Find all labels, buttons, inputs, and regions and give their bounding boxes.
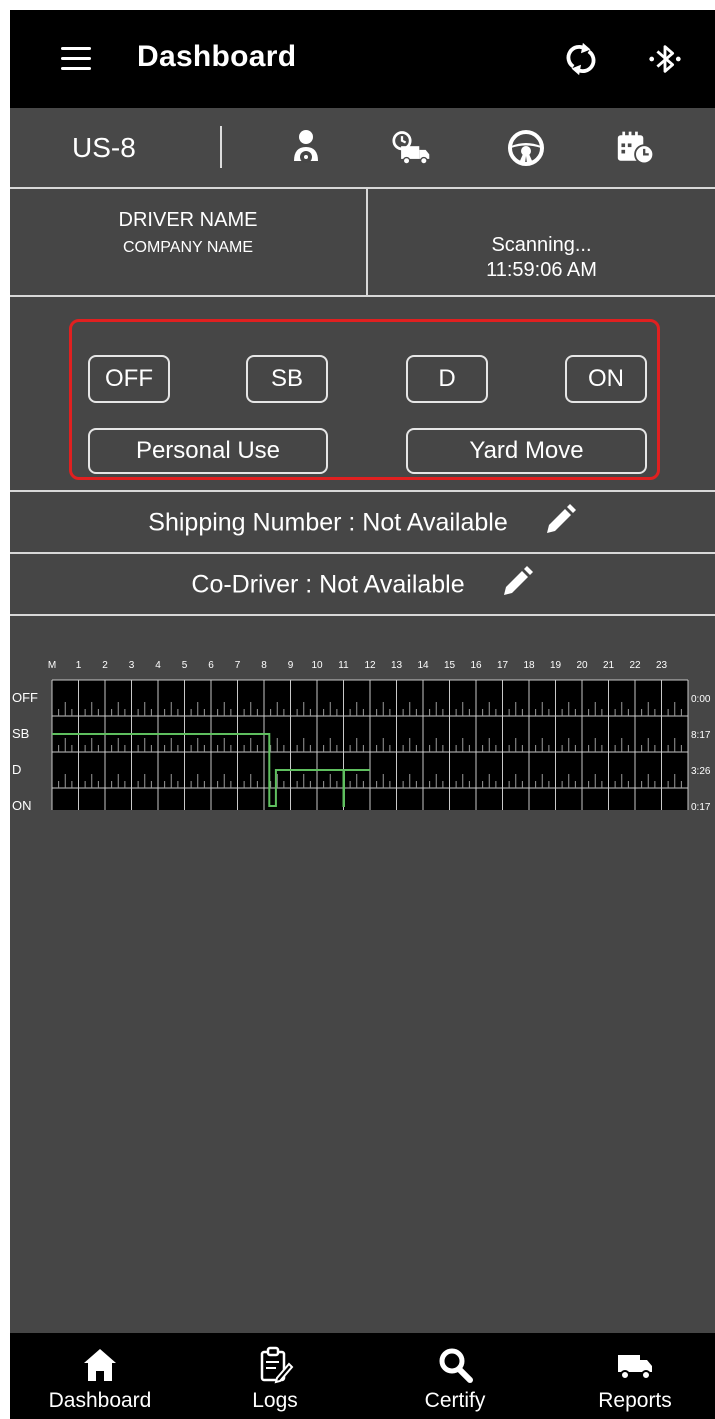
row-label: OFF [12,690,38,705]
current-time: 11:59:06 AM [486,259,597,281]
row-label: D [12,762,21,777]
page-title: Dashboard [137,40,297,73]
hour-label: 17 [497,660,509,671]
search-icon [439,1348,473,1383]
nav-dashboard[interactable]: Dashboard [30,1333,170,1419]
hour-label: 5 [182,660,188,671]
driver-icon[interactable] [286,128,326,168]
row-total: 3:26 [691,766,711,777]
hour-label: 14 [417,660,429,671]
row-label: SB [12,726,29,741]
hour-label: 21 [603,660,615,671]
logs-clipboard-icon [260,1346,294,1384]
hour-label: 3 [129,660,135,671]
divider [10,614,715,616]
driver-name: DRIVER NAME [118,209,258,231]
hour-label: 18 [523,660,535,671]
nav-label: Certify [424,1389,486,1412]
hour-label: 7 [235,660,241,671]
hour-label: 19 [550,660,562,671]
co-driver-row: Co-Driver : Not Available [10,552,715,613]
nav-label: Logs [252,1389,298,1412]
hamburger-menu-icon[interactable] [58,43,98,73]
company-name: COMPANY NAME [122,239,254,256]
hour-label: 9 [288,660,294,671]
hour-label: 15 [444,660,456,671]
status-sb-button[interactable]: SB [246,355,328,403]
yard-move-button[interactable]: Yard Move [406,428,647,474]
edit-shipping-icon[interactable] [543,503,577,537]
nav-label: Dashboard [48,1389,152,1412]
rule-set-label: US-8 [72,132,136,163]
nav-label: Reports [598,1389,672,1412]
hour-label: 22 [629,660,641,671]
driver-info-row: DRIVER NAME COMPANY NAME Scanning... 11:… [10,189,715,297]
nav-certify[interactable]: Certify [390,1333,520,1419]
steering-wheel-icon[interactable] [506,128,546,168]
duty-status-selector: OFF SB D ON Personal Use Yard Move [69,319,660,480]
hour-label: 16 [470,660,482,671]
shipping-number-row: Shipping Number : Not Available [10,490,715,551]
co-driver-label: Co-Driver : Not Available [191,570,465,599]
hour-label: 12 [364,660,376,671]
status-off-button[interactable]: OFF [88,355,170,403]
hour-label: 11 [338,660,349,671]
personal-use-button[interactable]: Personal Use [88,428,328,474]
connection-info: Scanning... 11:59:06 AM [368,189,715,295]
edit-co-driver-icon[interactable] [500,565,534,599]
hour-label: 2 [102,660,108,671]
sync-icon[interactable] [562,40,600,78]
bluetooth-icon[interactable] [646,40,684,78]
hour-label: 6 [208,660,214,671]
connection-status: Scanning... [491,234,592,256]
nav-logs[interactable]: Logs [210,1333,340,1419]
hour-label: 20 [576,660,588,671]
nav-reports[interactable]: Reports [570,1333,700,1419]
hour-label: 23 [656,660,668,671]
status-d-button[interactable]: D [406,355,488,403]
hour-label: 4 [155,660,161,671]
hour-label: 1 [76,660,82,671]
truck-icon [618,1355,652,1380]
hour-label: 13 [391,660,403,671]
hour-label: 10 [311,660,323,671]
divider [220,126,222,168]
hour-label: 8 [261,660,267,671]
app-screen: Dashboard US-8 DRIVER NAME COMPANY NAME … [10,10,715,1419]
row-total: 8:17 [691,730,711,741]
shipping-number-label: Shipping Number : Not Available [148,508,508,537]
home-icon [84,1349,116,1381]
truck-clock-icon[interactable] [392,128,432,168]
calendar-clock-icon[interactable] [616,128,656,168]
bottom-navigation: Dashboard Logs Certify Reports [10,1333,715,1419]
top-app-bar: Dashboard [10,10,715,108]
row-total: 0:17 [691,802,711,810]
driver-info: DRIVER NAME COMPANY NAME [10,189,368,295]
hour-label: M [48,660,56,671]
row-total: 0:00 [691,694,711,705]
status-on-button[interactable]: ON [565,355,647,403]
status-bar: US-8 [10,108,715,189]
duty-log-graph: M 1 2 3 4 5 6 7 8 9 10 11 12 13 14 15 16 17 18 19 20 21 22 23OF… [12,660,711,810]
row-label: ON [12,798,32,810]
